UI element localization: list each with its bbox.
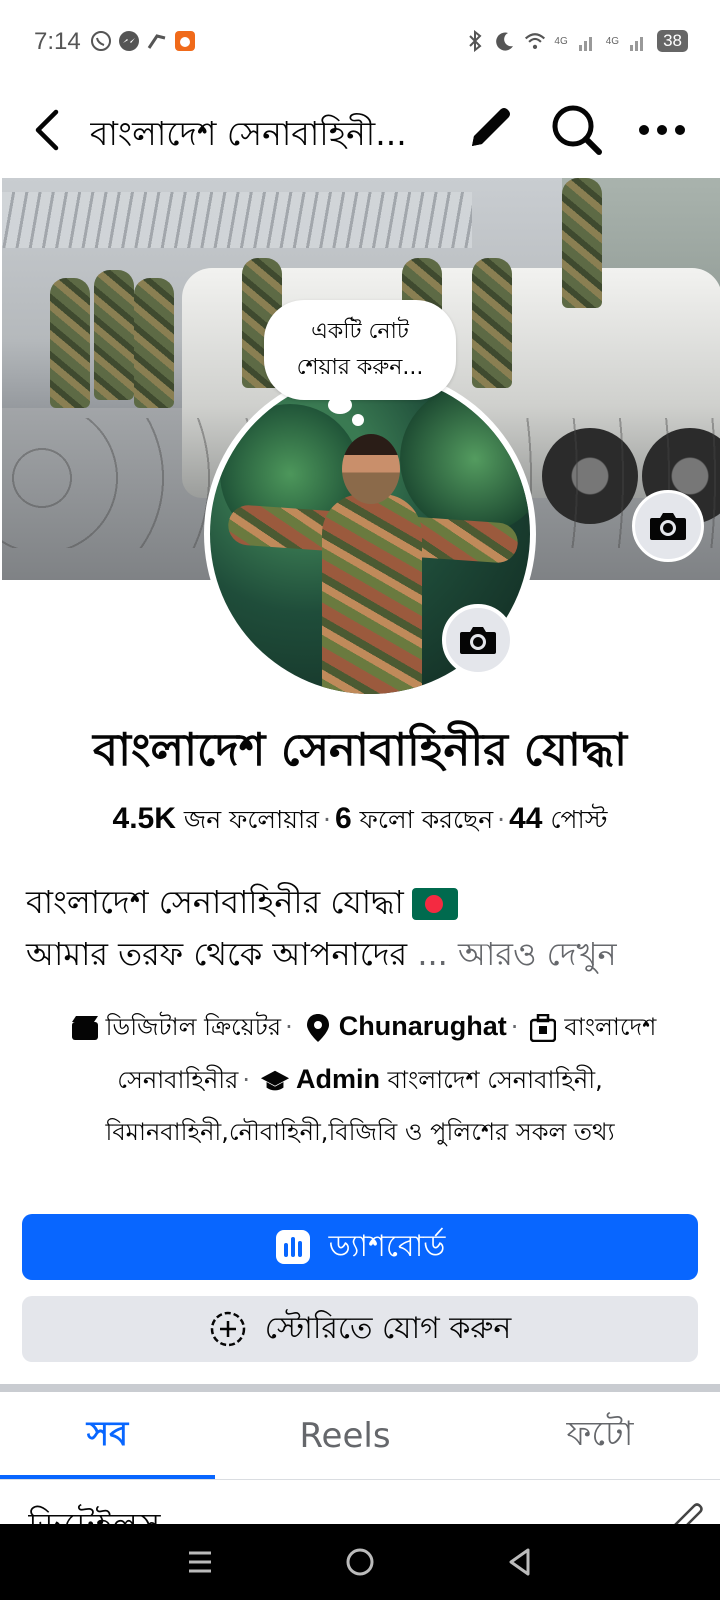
cover-soldier	[134, 278, 174, 408]
system-back-button[interactable]	[490, 1532, 550, 1592]
moon-icon	[494, 30, 516, 52]
camera-icon	[460, 627, 496, 654]
avatar-tree-detail	[400, 384, 530, 534]
network-1-label: 4G	[554, 35, 568, 47]
profile-stats: 4.5K জন ফলোয়ার · 6 ফলো করছেন · 44 পোস্ট	[0, 800, 720, 843]
back-triangle-icon	[509, 1548, 530, 1576]
top-bar: বাংলাদেশ সেনাবাহিনী...	[0, 88, 720, 178]
add-circle-icon	[210, 1311, 245, 1347]
profile-details: ডিজিটাল ক্রিয়েটর · Chunarughat · বাংলাদেশ…	[20, 1000, 700, 1158]
system-navigation-bar	[0, 1524, 720, 1600]
bio-line-2-text: আমার তরফ থেকে আপনাদের	[26, 935, 408, 973]
cover-camera-button[interactable]	[632, 490, 704, 562]
bio-line-1-text: বাংলাদেশ সেনাবাহিনীর যোদ্ধা	[26, 883, 404, 921]
notification-icons	[90, 30, 196, 52]
search-icon	[552, 105, 602, 155]
active-tab-indicator	[0, 1475, 215, 1479]
education-bold-text: Admin	[296, 1064, 380, 1094]
wifi-icon	[524, 30, 546, 52]
camera-icon	[650, 513, 686, 540]
separator: ·	[242, 1066, 250, 1094]
bluetooth-icon	[464, 30, 486, 52]
bangladesh-flag-icon	[411, 888, 458, 920]
signal-1-icon	[576, 30, 598, 52]
add-to-story-label: স্টোরিতে যোগ করুন	[264, 1310, 512, 1346]
cover-soldier	[94, 270, 134, 400]
followers-count[interactable]: 4.5K	[113, 802, 176, 835]
separator: ·	[497, 805, 506, 834]
followers-label[interactable]: জন ফলোয়ার	[184, 805, 319, 834]
avatar-head-detail	[342, 434, 400, 504]
home-button[interactable]	[330, 1532, 390, 1592]
tab-all[interactable]: সব	[0, 1392, 215, 1480]
network-2-label: 4G	[605, 35, 620, 47]
bio-ellipsis: ...	[417, 935, 448, 973]
pencil-icon	[472, 108, 510, 146]
more-options-button[interactable]	[632, 102, 692, 158]
battery-indicator: 38	[657, 30, 688, 52]
location-text[interactable]: Chunarughat	[339, 1011, 507, 1041]
posts-label: পোস্ট	[550, 805, 608, 834]
bar-chart-icon	[275, 1230, 310, 1264]
profile-name: বাংলাদেশ সেনাবাহিনীর যোদ্ধা	[93, 723, 627, 776]
section-divider	[0, 1384, 720, 1392]
separator: ·	[323, 805, 331, 834]
status-bar: 7:14 4G 4G 38	[0, 0, 720, 88]
section-heading-peek: ডিটেইলস	[28, 1496, 628, 1524]
cover-soldier	[50, 278, 90, 408]
home-circle-icon	[346, 1548, 374, 1576]
briefcase-icon	[528, 1013, 558, 1043]
recent-apps-button[interactable]	[170, 1532, 230, 1592]
bio-line-2: আমার তরফ থেকে আপনাদের ... আরও দেখুন	[26, 928, 706, 980]
more-icon	[639, 125, 685, 135]
cover-soldier	[472, 258, 512, 388]
following-label[interactable]: ফলো করছেন	[360, 805, 494, 834]
back-arrow-icon	[35, 109, 59, 151]
following-count[interactable]: 6	[335, 802, 352, 835]
separator: ·	[285, 1013, 293, 1041]
bio-line-1: বাংলাদেশ সেনাবাহিনীর যোদ্ধা	[26, 876, 706, 928]
location-pin-icon	[303, 1013, 333, 1043]
recent-apps-icon	[189, 1551, 211, 1573]
signal-2-icon	[627, 30, 649, 52]
profile-tabs: সব Reels ফটো	[0, 1392, 720, 1480]
edit-button[interactable]	[460, 98, 520, 158]
cover-soldier	[562, 178, 602, 308]
note-bubble-tail	[352, 414, 364, 426]
category-text: ডিজিটাল ক্রিয়েটর	[105, 1013, 282, 1041]
separator: ·	[510, 1013, 519, 1041]
page-title: বাংলাদেশ সেনাবাহিনী...	[90, 114, 407, 153]
back-button[interactable]	[22, 102, 72, 158]
clapperboard-icon	[70, 1013, 100, 1043]
profile-camera-button[interactable]	[442, 604, 514, 676]
note-line-1: একটি নোট	[311, 319, 409, 344]
search-button[interactable]	[545, 98, 609, 162]
whatsapp-icon	[90, 30, 112, 52]
status-time: 7:14	[34, 28, 81, 55]
avatar-body-detail	[322, 494, 422, 694]
dashboard-label: ড্যাশবোর্ড	[328, 1228, 446, 1264]
graduation-cap-icon	[260, 1066, 290, 1096]
signal-broadcast-icon	[146, 30, 168, 52]
messenger-icon	[118, 30, 140, 52]
add-to-story-button[interactable]: স্টোরিতে যোগ করুন	[22, 1296, 698, 1362]
system-icons: 4G 4G 38	[464, 30, 688, 52]
note-line-2: শেয়ার করুন...	[296, 355, 424, 380]
dashboard-button[interactable]: ড্যাশবোর্ড	[22, 1214, 698, 1280]
tab-photos[interactable]: ফটো	[500, 1392, 700, 1480]
share-note-bubble[interactable]: একটি নোট শেয়ার করুন...	[264, 300, 456, 400]
tab-reels[interactable]: Reels	[250, 1392, 440, 1480]
bio: বাংলাদেশ সেনাবাহিনীর যোদ্ধা আমার তরফ থেক…	[26, 876, 706, 980]
cover-bridge-detail	[2, 192, 472, 248]
posts-count: 44	[509, 802, 543, 835]
app-notification-icon	[174, 30, 196, 52]
see-more-link[interactable]: আরও দেখুন	[458, 935, 617, 973]
note-bubble-tail	[328, 396, 352, 414]
